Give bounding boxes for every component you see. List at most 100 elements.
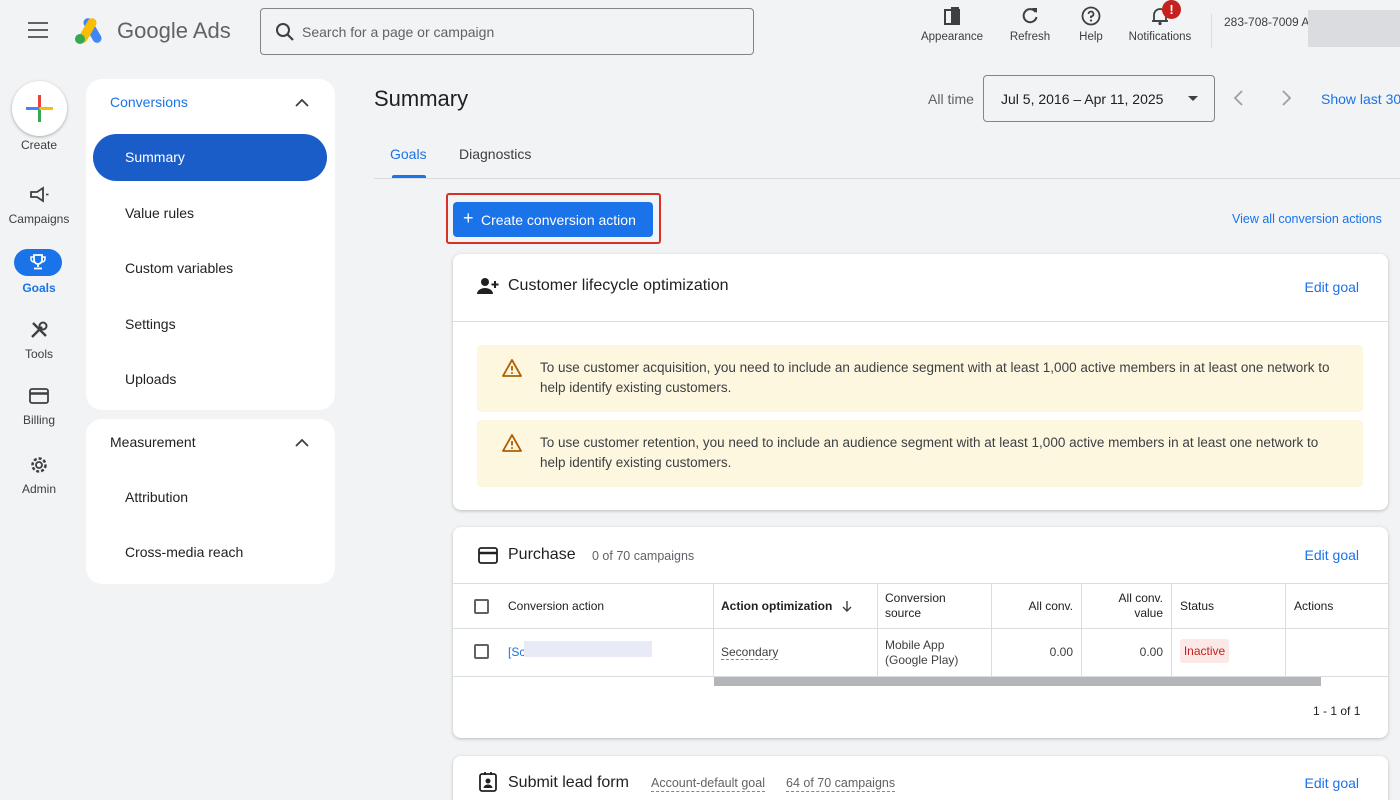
card-divider: [453, 583, 1388, 584]
column-header-status[interactable]: Status: [1180, 599, 1214, 613]
toolbar-divider: [1211, 14, 1212, 48]
appearance-icon: [944, 7, 960, 25]
search-input[interactable]: [302, 21, 732, 43]
search-icon: [276, 23, 294, 41]
campaign-count: 0 of 70 campaigns: [592, 549, 695, 563]
column-header-conversion-source-line1: Conversion: [885, 591, 946, 605]
submit-lead-form-card: Submit lead form Account-default goal 64…: [453, 756, 1388, 800]
column-header-all-conv-value-line1: All conv.: [1118, 591, 1163, 605]
column-header-all-conv-value[interactable]: All conv. value: [1081, 591, 1163, 621]
edit-goal-link[interactable]: Edit goal: [1305, 279, 1359, 295]
rail-goals[interactable]: [14, 249, 62, 276]
appearance-button[interactable]: Appearance: [917, 6, 987, 43]
all-conv-value: 0.00: [1049, 645, 1073, 659]
column-header-action-optimization[interactable]: Action optimization: [721, 599, 852, 613]
rail-billing-label: Billing: [22, 413, 55, 427]
plus-icon: +: [463, 208, 474, 228]
warning-banner: To use customer acquisition, you need to…: [477, 345, 1363, 412]
person-add-icon: [477, 278, 499, 294]
help-icon: [1081, 6, 1101, 26]
measurement-section-header[interactable]: Measurement: [110, 434, 196, 450]
column-header-conversion-action[interactable]: Conversion action: [508, 599, 604, 613]
dropdown-arrow-icon: [1188, 96, 1198, 101]
card-title: Purchase: [508, 546, 576, 563]
rail-admin[interactable]: Admin: [0, 455, 78, 496]
nav-item-custom-variables[interactable]: Custom variables: [125, 260, 233, 276]
all-conv-value-value: 0.00: [1139, 645, 1163, 659]
conversions-nav-card: Conversions: [86, 79, 335, 410]
rail-goals-label: Goals: [22, 281, 56, 295]
tab-goals[interactable]: Goals: [390, 146, 427, 162]
conversion-source-value: Mobile App (Google Play): [885, 638, 958, 668]
appearance-label: Appearance: [920, 31, 984, 43]
create-label: Create: [20, 138, 58, 152]
nav-item-cross-media-reach[interactable]: Cross-media reach: [125, 544, 243, 560]
pagination-info: 1 - 1 of 1: [1313, 704, 1361, 718]
horizontal-scrollbar[interactable]: [714, 677, 1321, 686]
conversion-action-link[interactable]: [Sc: [508, 645, 525, 659]
google-ads-logo[interactable]: [74, 17, 106, 45]
conversion-source-line1: Mobile App: [885, 638, 945, 652]
page-title: Summary: [374, 86, 469, 111]
warning-icon: [502, 434, 522, 452]
create-conversion-action-button[interactable]: + Create conversion action: [453, 202, 653, 237]
chevron-right-icon[interactable]: [1279, 89, 1293, 107]
nav-item-settings[interactable]: Settings: [125, 316, 176, 332]
rail-tools-label: Tools: [24, 347, 53, 361]
refresh-label: Refresh: [1009, 31, 1051, 43]
help-button[interactable]: Help: [1071, 6, 1111, 43]
column-header-conversion-source-line2: source: [885, 606, 922, 620]
date-range-select[interactable]: Jul 5, 2016 – Apr 11, 2025: [983, 75, 1215, 122]
contact-form-icon: [479, 772, 497, 792]
nav-item-value-rules[interactable]: Value rules: [125, 205, 194, 221]
nav-item-summary[interactable]: Summary: [93, 134, 327, 181]
tools-icon: [31, 321, 48, 338]
action-optimization-value[interactable]: Secondary: [721, 645, 779, 660]
gear-icon: [31, 457, 47, 473]
rail-billing[interactable]: Billing: [0, 388, 78, 427]
column-header-conversion-source[interactable]: Conversion source: [885, 591, 946, 621]
column-header-action-optimization-label: Action optimization: [721, 599, 833, 613]
card-title: Submit lead form: [508, 774, 629, 791]
chevron-left-icon[interactable]: [1232, 89, 1246, 107]
refresh-button[interactable]: Refresh: [1005, 6, 1055, 43]
column-header-all-conv-value-line2: value: [1134, 606, 1163, 620]
status-badge: Inactive: [1180, 639, 1229, 663]
column-header-all-conv[interactable]: All conv.: [991, 599, 1073, 613]
conversion-source-line2: (Google Play): [885, 653, 959, 667]
nav-item-attribution[interactable]: Attribution: [125, 489, 188, 505]
account-default-goal-label[interactable]: Account-default goal: [651, 776, 765, 792]
table-row-divider: [453, 628, 1388, 629]
conversions-section-header[interactable]: Conversions: [110, 94, 188, 110]
account-id[interactable]: 283-708-7009 A: [1224, 15, 1309, 29]
create-button[interactable]: [12, 81, 67, 136]
rail-tools[interactable]: Tools: [0, 320, 78, 361]
show-last-link[interactable]: Show last 30: [1321, 91, 1400, 107]
view-all-conversion-actions-link[interactable]: View all conversion actions: [1232, 212, 1382, 226]
rail-campaigns-label: Campaigns: [8, 212, 70, 226]
warning-icon: [502, 359, 522, 377]
campaign-count[interactable]: 64 of 70 campaigns: [786, 776, 896, 792]
chevron-up-icon[interactable]: [295, 98, 309, 108]
edit-goal-link[interactable]: Edit goal: [1305, 775, 1359, 791]
menu-icon[interactable]: [28, 22, 48, 38]
create-conversion-action-label: Create conversion action: [481, 212, 636, 228]
nav-item-summary-label: Summary: [125, 149, 185, 165]
tab-diagnostics[interactable]: Diagnostics: [459, 146, 531, 162]
notifications-button[interactable]: ! Notifications: [1122, 0, 1198, 43]
edit-goal-link[interactable]: Edit goal: [1305, 547, 1359, 563]
select-all-checkbox[interactable]: [474, 599, 489, 614]
nav-item-uploads[interactable]: Uploads: [125, 371, 176, 387]
rail-admin-label: Admin: [21, 482, 56, 496]
brand-name: Google Ads: [117, 18, 231, 43]
search-box[interactable]: [260, 8, 754, 55]
customer-lifecycle-card: Customer lifecycle optimization Edit goa…: [453, 254, 1388, 510]
chevron-up-icon[interactable]: [295, 438, 309, 448]
rail-campaigns[interactable]: Campaigns: [0, 186, 78, 230]
warning-text: To use customer retention, you need to i…: [540, 435, 1319, 470]
notifications-label: Notifications: [1128, 31, 1192, 43]
column-header-actions: Actions: [1294, 599, 1334, 613]
row-checkbox[interactable]: [474, 644, 489, 659]
credit-card-icon: [478, 547, 498, 564]
date-range-value: Jul 5, 2016 – Apr 11, 2025: [1001, 91, 1164, 107]
